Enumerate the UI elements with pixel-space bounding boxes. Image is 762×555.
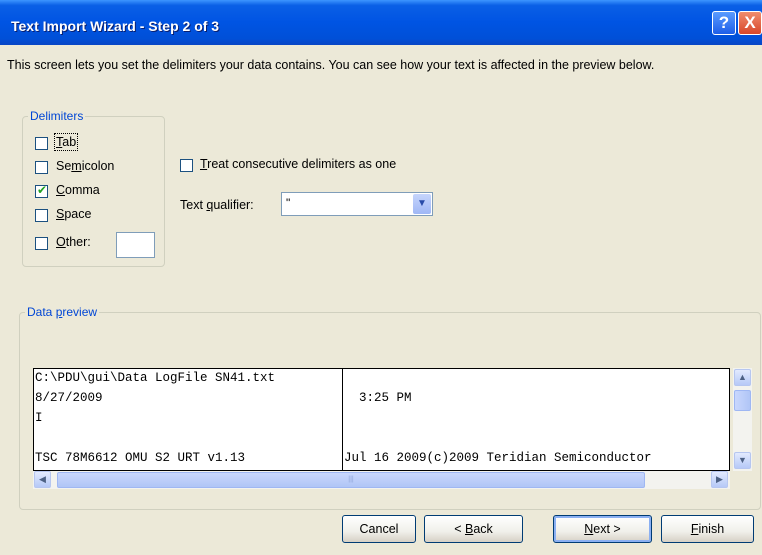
consecutive-rest: reat consecutive delimiters as one	[207, 157, 397, 171]
text-qualifier-value: "	[286, 196, 291, 210]
next-rest: ext >	[593, 522, 621, 536]
text-import-wizard-dialog: Text Import Wizard - Step 2 of 3 ? X Thi…	[0, 0, 762, 555]
delimiters-legend: Delimiters	[30, 109, 84, 123]
scroll-up-icon[interactable]: ▲	[734, 369, 751, 386]
space-checkbox[interactable]	[35, 209, 48, 222]
preview-cell: 3:25 PM	[344, 391, 412, 405]
preview-cell: TSC 78M6612 OMU S2 URT v1.13	[35, 451, 246, 465]
mn-2: C	[56, 183, 66, 197]
preview-cell: 8/27/2009	[35, 391, 103, 405]
rest-1: icolon	[81, 159, 115, 173]
mn-1: m	[71, 159, 82, 173]
semicolon-checkbox-label[interactable]: Semicolon	[56, 159, 114, 173]
other-checkbox[interactable]	[35, 237, 48, 250]
consecutive-delimiters-label[interactable]: Treat consecutive delimiters as one	[200, 157, 396, 171]
checkmark-icon: ✔	[37, 183, 48, 197]
other-checkbox-label[interactable]: Other:	[56, 235, 91, 249]
horizontal-scroll-thumb[interactable]: |||	[57, 472, 645, 488]
space-checkbox-label[interactable]: Space	[56, 207, 91, 221]
back-rest: ack	[473, 522, 493, 536]
mn-4: O	[56, 235, 66, 249]
next-mnemonic: N	[584, 522, 594, 536]
semicolon-checkbox[interactable]	[35, 161, 48, 174]
scroll-down-icon[interactable]: ▼	[734, 452, 751, 469]
rest-2: omma	[65, 183, 100, 197]
preview-cell: I	[35, 411, 43, 425]
horizontal-scrollbar[interactable]: ◀ ||| ▶	[33, 471, 730, 489]
vertical-scrollbar[interactable]: ▲ ▼	[733, 368, 752, 471]
close-button[interactable]: X	[738, 11, 762, 35]
title-bar: Text Import Wizard - Step 2 of 3 ? X	[0, 0, 762, 45]
instructions-text: This screen lets you set the delimiters …	[7, 58, 655, 72]
scroll-right-icon[interactable]: ▶	[711, 471, 728, 488]
consecutive-delimiters-checkbox[interactable]	[180, 159, 193, 172]
finish-button[interactable]: Finish	[661, 515, 754, 543]
next-button[interactable]: Next >	[553, 515, 652, 543]
data-preview-legend: Data preview	[25, 305, 99, 319]
preview-legend-pre: Data	[27, 305, 56, 319]
vertical-scroll-thumb[interactable]	[734, 390, 751, 411]
preview-cell: Jul 16 2009(c)2009 Teridian Semiconducto…	[344, 451, 652, 465]
window-title: Text Import Wizard - Step 2 of 3	[11, 18, 220, 34]
comma-checkbox[interactable]: ✔	[35, 183, 48, 198]
back-button[interactable]: < Back	[424, 515, 523, 543]
preview-legend-rest: review	[62, 305, 98, 319]
rest-3: pace	[64, 207, 92, 221]
tab-checkbox[interactable]	[35, 137, 48, 150]
pre-1: Se	[56, 159, 72, 173]
comma-checkbox-label[interactable]: Comma	[56, 183, 100, 197]
text-qualifier-label: Text qualifier:	[180, 198, 254, 212]
help-button[interactable]: ?	[712, 11, 736, 35]
other-delimiter-input[interactable]	[116, 232, 155, 258]
qualifier-pre: Text	[180, 198, 207, 212]
cancel-button[interactable]: Cancel	[342, 515, 416, 543]
text-qualifier-select[interactable]: " ▼	[281, 192, 433, 216]
preview-cell: C:\PDU\gui\Data LogFile SN41.txt	[35, 371, 276, 385]
column-separator	[342, 368, 343, 471]
tab-checkbox-label[interactable]: Tab	[53, 133, 79, 151]
scroll-left-icon[interactable]: ◀	[34, 471, 51, 488]
qualifier-rest: ualifier:	[213, 198, 254, 212]
finish-rest: inish	[698, 522, 725, 536]
chevron-down-icon[interactable]: ▼	[413, 194, 431, 214]
rest-0: ab	[62, 135, 77, 149]
rest-4: ther:	[65, 235, 91, 249]
